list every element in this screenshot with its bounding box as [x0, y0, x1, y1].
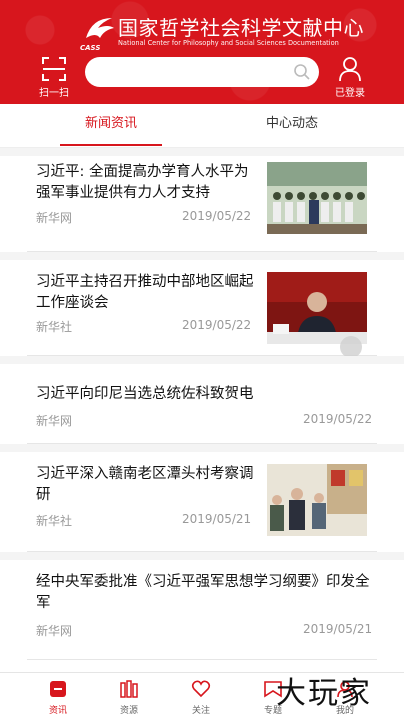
news-title: 习近平主持召开推动中部地区崛起工作座谈会 [36, 274, 254, 311]
nav-news[interactable]: 资讯 [33, 673, 83, 720]
divider [0, 148, 404, 156]
tab-bar: 新闻资讯 中心动态 [0, 104, 404, 148]
news-thumbnail [267, 464, 367, 536]
tab-news[interactable]: 新闻资讯 [60, 104, 162, 148]
brand-abbr: CASS [80, 44, 101, 52]
news-date: 2019/05/22 [182, 209, 252, 223]
divider [0, 444, 404, 452]
nav-resources[interactable]: 资源 [104, 673, 154, 720]
news-item[interactable]: 习近平深入赣南老区潭头村考察调研 新华社 2019/05/21 [27, 452, 377, 552]
news-date: 2019/05/22 [303, 412, 373, 426]
news-title: 经中央军委批准《习近平强军思想学习纲要》印发全军 [36, 574, 370, 611]
news-thumbnail [267, 272, 367, 344]
search-icon[interactable] [293, 63, 311, 81]
app-header: CASS 国家哲学社会科学文献中心 National Center for Ph… [0, 0, 404, 104]
watermark: 大玩家 [276, 676, 372, 711]
login-button[interactable]: 已登录 [330, 54, 370, 100]
news-item[interactable]: 习近平: 全面提高办学育人水平为强军事业提供有力人才支持 新华网 2019/05… [27, 156, 377, 252]
news-icon [50, 681, 66, 697]
tab-center-updates[interactable]: 中心动态 [242, 104, 342, 148]
news-source: 新华网 [36, 624, 73, 638]
divider [0, 252, 404, 260]
scroll-indicator [340, 336, 362, 358]
search-input[interactable] [85, 57, 319, 87]
news-item[interactable]: 习近平主持召开推动中部地区崛起工作座谈会 新华社 2019/05/22 [27, 260, 377, 356]
brand-title: 国家哲学社会科学文献中心 [118, 16, 364, 40]
divider [0, 356, 404, 364]
news-source: 新华社 [36, 514, 73, 528]
nav-label: 资讯 [48, 706, 67, 716]
news-source: 新华网 [36, 414, 73, 428]
divider [0, 552, 404, 560]
news-source: 新华网 [36, 211, 73, 225]
nav-label: 资源 [119, 706, 138, 716]
news-source: 新华社 [36, 320, 73, 334]
news-thumbnail [267, 162, 367, 234]
heart-icon [191, 680, 211, 698]
news-item[interactable]: 习近平向印尼当选总统佐科致贺电 新华网 2019/05/22 [27, 364, 377, 444]
news-title: 习近平向印尼当选总统佐科致贺电 [36, 386, 254, 402]
news-date: 2019/05/22 [182, 318, 252, 332]
news-date: 2019/05/21 [182, 512, 252, 526]
scan-label: 扫一扫 [39, 88, 69, 99]
cass-logo-icon [86, 18, 114, 38]
news-item[interactable]: 经中央军委批准《习近平强军思想学习纲要》印发全军 新华网 2019/05/21 [27, 560, 377, 660]
news-title: 习近平深入赣南老区潭头村考察调研 [36, 466, 254, 503]
scan-icon [42, 57, 66, 81]
nav-follow[interactable]: 关注 [176, 673, 226, 720]
user-icon [339, 57, 361, 82]
news-date: 2019/05/21 [303, 622, 373, 636]
nav-label: 关注 [191, 706, 210, 716]
brand-subtitle: National Center for Philosophy and Socia… [118, 39, 339, 47]
login-label: 已登录 [335, 88, 365, 99]
news-title: 习近平: 全面提高办学育人水平为强军事业提供有力人才支持 [36, 164, 249, 201]
books-icon [120, 680, 138, 698]
scan-button[interactable]: 扫一扫 [34, 54, 74, 100]
